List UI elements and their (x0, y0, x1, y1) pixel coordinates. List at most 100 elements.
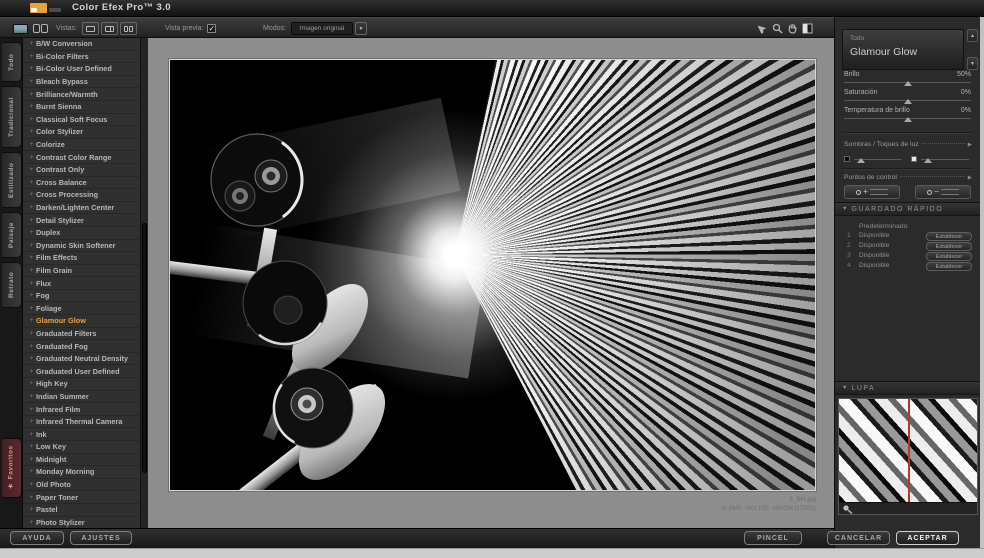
filter-item[interactable]: + B/W Conversion (23, 38, 140, 51)
vista-previa-checkbox[interactable]: ✓ (207, 24, 216, 33)
filter-item[interactable]: + Fog (23, 290, 140, 303)
filter-item[interactable]: + Contrast Color Range (23, 151, 140, 164)
tab-todo[interactable]: Todo (2, 42, 22, 82)
filter-item[interactable]: + Ink (23, 428, 140, 441)
plus-icon: + (27, 443, 36, 450)
image-preview[interactable] (169, 59, 816, 491)
plus-icon: + (27, 53, 36, 60)
filter-item[interactable]: + Monday Morning (23, 466, 140, 479)
app-title: Color Efex Pro™ 3.0 (72, 2, 171, 13)
filter-item[interactable]: + Graduated Neutral Density (23, 353, 140, 366)
filter-item[interactable]: + Midnight (23, 454, 140, 467)
slider-handle[interactable] (857, 158, 865, 163)
filter-item[interactable]: + Foliage (23, 302, 140, 315)
single-view-button[interactable] (82, 22, 99, 35)
filter-item[interactable]: + Infrared Film (23, 403, 140, 416)
establecer-button[interactable]: Establecer (926, 252, 972, 261)
filter-item[interactable]: + Colorize (23, 139, 140, 152)
filter-item[interactable]: + Color Stylizer (23, 126, 140, 139)
filter-item[interactable]: + Contrast Only (23, 164, 140, 177)
remove-control-point-button[interactable]: − (915, 185, 971, 199)
pin-icon[interactable] (842, 504, 854, 514)
establecer-button[interactable]: Establecer (926, 262, 972, 271)
highlights-slider[interactable] (921, 159, 969, 160)
mode-dropdown-arrow[interactable]: ▼ (355, 22, 367, 35)
filter-item[interactable]: + Burnt Sienna (23, 101, 140, 114)
filter-item[interactable]: + Photo Stylizer (23, 517, 140, 528)
slider-handle[interactable] (904, 81, 912, 86)
filter-item[interactable]: + Cross Processing (23, 189, 140, 202)
browser-icon[interactable] (33, 24, 49, 34)
cancelar-button[interactable]: CANCELAR (827, 531, 890, 545)
tab-estilizado[interactable]: Estilizado (2, 152, 22, 208)
filter-item[interactable]: + Infrared Thermal Camera (23, 416, 140, 429)
filter-item[interactable]: + High Key (23, 378, 140, 391)
establecer-button[interactable]: Establecer (926, 242, 972, 251)
tab-favoritos[interactable]: ★ Favoritos (2, 438, 22, 498)
filter-prev-button[interactable]: ▲ (967, 29, 978, 42)
filter-item[interactable]: + Bleach Bypass (23, 76, 140, 89)
pincel-button[interactable]: PINCEL (744, 531, 802, 545)
split-view-button[interactable] (101, 22, 118, 35)
scrollbar-thumb[interactable] (142, 223, 147, 473)
filter-item[interactable]: + Darken/Lighten Center (23, 202, 140, 215)
filter-item[interactable]: + Dynamic Skin Softener (23, 240, 140, 253)
filter-item[interactable]: + Classical Soft Focus (23, 114, 140, 127)
loupe-header[interactable]: ▼ LUPA (835, 381, 981, 395)
filter-next-button[interactable]: ▼ (967, 57, 978, 70)
saturacion-slider[interactable] (844, 100, 971, 101)
control-points-header[interactable]: Puntos de control▶ (844, 173, 972, 182)
ayuda-button[interactable]: AYUDA (10, 531, 64, 545)
plus-icon: + (27, 154, 36, 161)
filter-list-scrollbar[interactable] (140, 38, 148, 528)
select-arrow-icon[interactable] (756, 22, 769, 36)
filter-item[interactable]: + Detail Stylizer (23, 214, 140, 227)
image-caption: 3_BN.jpg (6.8MP, ISO 100, NIKON D7000) (169, 495, 816, 513)
filter-item[interactable]: + Graduated Filters (23, 328, 140, 341)
establecer-button[interactable]: Establecer (926, 232, 972, 241)
filter-item[interactable]: + Bi-Color User Defined (23, 63, 140, 76)
mode-dropdown[interactable]: Imagen original (291, 22, 353, 35)
plus-icon: + (27, 191, 36, 198)
shadows-slider[interactable] (854, 159, 902, 160)
add-control-point-button[interactable]: + (844, 185, 900, 199)
filter-item[interactable]: + Duplex (23, 227, 140, 240)
filter-item[interactable]: + Cross Balance (23, 177, 140, 190)
quick-save-default[interactable]: Predeterminado (859, 223, 907, 230)
filter-item[interactable]: + Pastel (23, 504, 140, 517)
filter-item[interactable]: + Low Key (23, 441, 140, 454)
filter-item[interactable]: + Flux (23, 277, 140, 290)
highlight-icon (911, 156, 917, 162)
filter-item[interactable]: + Brilliance/Warmth (23, 88, 140, 101)
filter-item[interactable]: + Film Effects (23, 252, 140, 265)
filter-item[interactable]: + Bi-Color Filters (23, 51, 140, 64)
background-color-icon[interactable] (801, 22, 814, 36)
tab-paisaje[interactable]: Paisaje (2, 212, 22, 258)
filter-item[interactable]: + Old Photo (23, 479, 140, 492)
slider-handle[interactable] (904, 117, 912, 122)
filter-item[interactable]: + Indian Summer (23, 391, 140, 404)
ajustes-button[interactable]: AJUSTES (70, 531, 132, 545)
slider-handle[interactable] (924, 158, 932, 163)
filter-item[interactable]: + Graduated User Defined (23, 365, 140, 378)
slider-handle[interactable] (904, 99, 912, 104)
aceptar-button[interactable]: ACEPTAR (896, 531, 959, 545)
image-thumbnail-icon[interactable] (13, 24, 28, 34)
filter-item[interactable]: + Paper Toner (23, 491, 140, 504)
side-by-side-view-button[interactable] (120, 22, 137, 35)
zoom-icon[interactable] (771, 22, 784, 36)
tab-tradicional[interactable]: Tradicional (2, 86, 22, 148)
pan-hand-icon[interactable] (786, 22, 799, 36)
temperatura-slider[interactable] (844, 118, 971, 119)
loupe-image[interactable] (839, 399, 977, 502)
tab-retrato[interactable]: Retrato (2, 262, 22, 308)
filter-item[interactable]: + Glamour Glow (23, 315, 140, 328)
plus-icon: + (27, 368, 36, 375)
plus-icon: + (27, 267, 36, 274)
filter-selector[interactable]: Todo Glamour Glow (842, 29, 964, 70)
quick-save-header[interactable]: ▼ GUARDADO RÁPIDO (835, 202, 981, 216)
shadows-highlights-header[interactable]: Sombras / Toques de luz▶ (844, 140, 972, 149)
brillo-slider[interactable] (844, 82, 971, 83)
filter-item[interactable]: + Graduated Fog (23, 340, 140, 353)
filter-item[interactable]: + Film Grain (23, 265, 140, 278)
